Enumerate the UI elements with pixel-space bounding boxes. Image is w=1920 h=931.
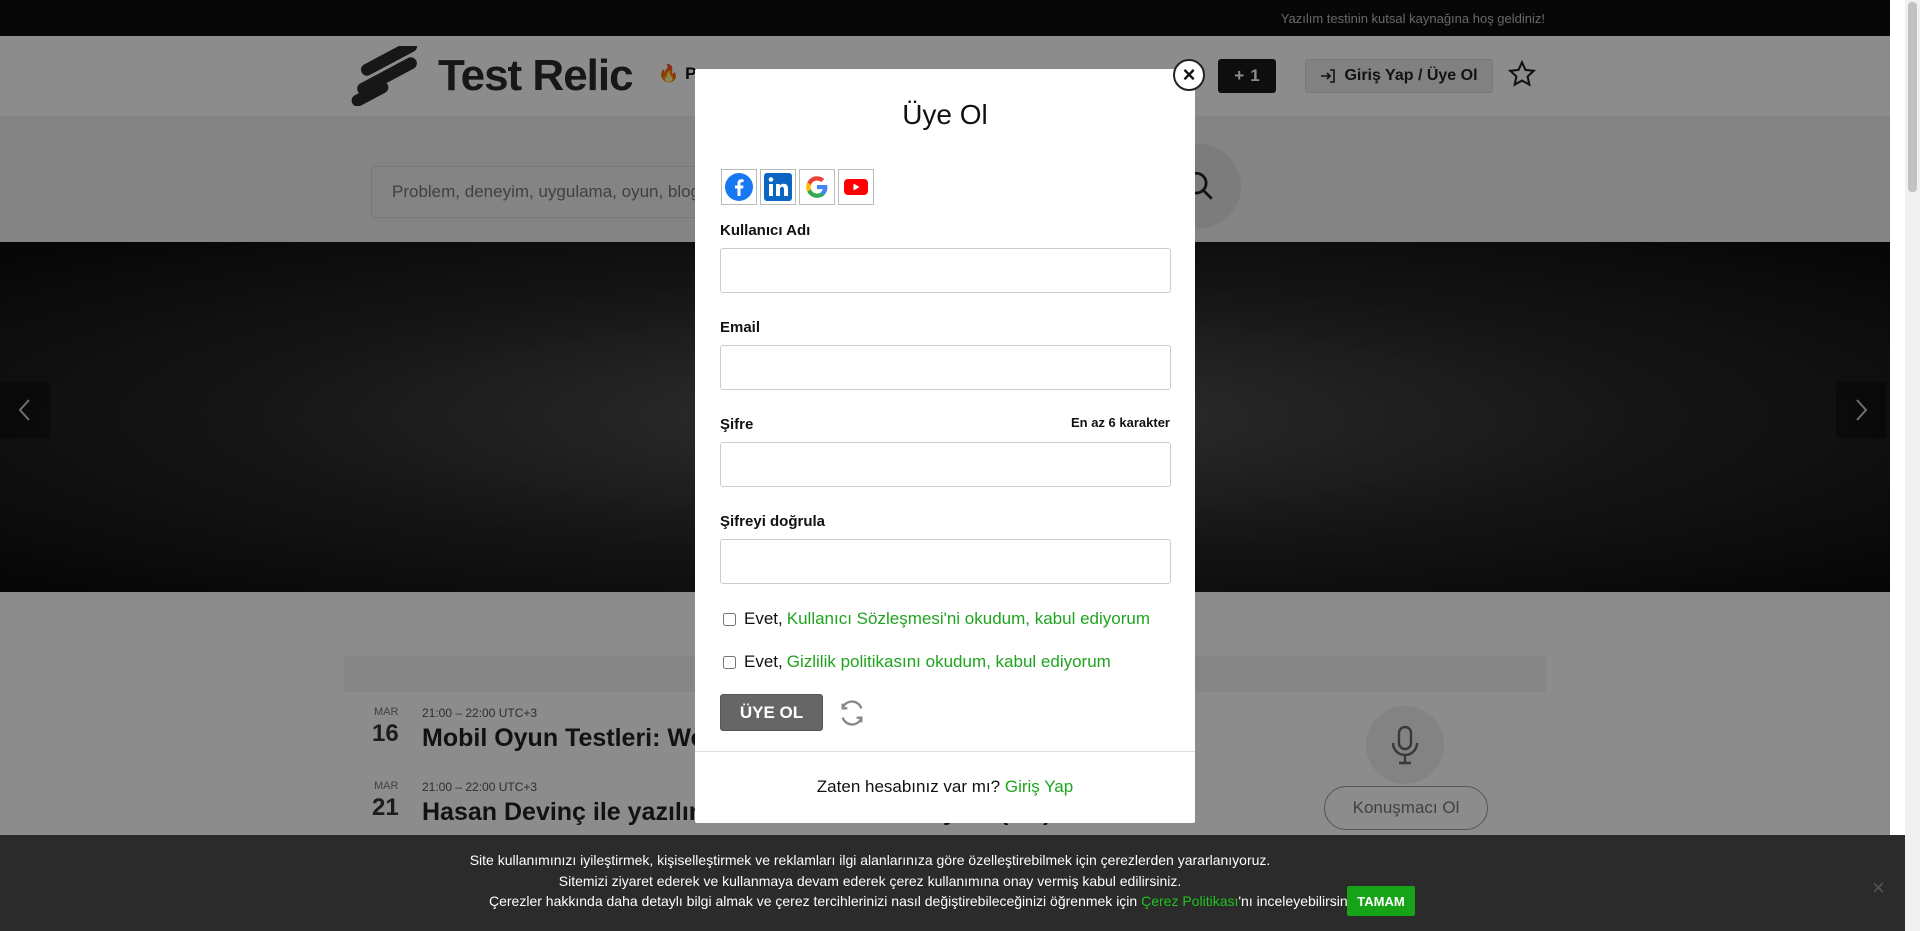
modal-close-button[interactable]: × [1173,59,1205,91]
terms-checkbox[interactable] [723,612,736,626]
cookie-line3-suffix: 'nı inceleyebilirsiniz. [1238,893,1362,909]
cookie-line3-prefix: Çerezler hakkında daha detaylı bilgi alm… [489,893,1138,909]
youtube-icon [844,179,868,195]
username-label: Kullanıcı Adı [720,222,811,239]
password-field[interactable] [720,442,1171,487]
cookie-accept-button[interactable]: TAMAM [1347,886,1415,916]
terms-link[interactable]: Kullanıcı Sözleşmesi'ni okudum, kabul ed… [787,609,1150,629]
cookie-close-button[interactable]: × [1872,875,1885,901]
facebook-icon [725,173,753,201]
linkedin-login-button[interactable] [760,169,796,205]
google-login-button[interactable] [799,169,835,205]
scrollbar-thumb[interactable] [1908,2,1917,192]
password-hint: En az 6 karakter [1070,415,1170,430]
social-login-group [721,169,874,205]
cookie-text-line1: Site kullanımınızı iyileştirmek, kişisel… [469,852,1271,868]
cookie-text-line2: Sitemizi ziyaret ederek ve kullanmaya de… [558,873,1182,889]
facebook-login-button[interactable] [721,169,757,205]
terms-checkbox-row: Evet, Kullanıcı Sözleşmesi'ni okudum, ka… [723,609,1150,629]
username-field[interactable] [720,248,1171,293]
modal-title: Üye Ol [902,99,988,130]
cookie-consent-bar: Site kullanımınızı iyileştirmek, kişisel… [0,835,1905,931]
cookie-text-line3: Çerezler hakkında daha detaylı bilgi alm… [489,893,1362,909]
youtube-login-button[interactable] [838,169,874,205]
modal-divider [695,751,1195,752]
google-icon [806,176,828,198]
terms-prefix: Evet, [744,609,783,628]
modal-footer: Zaten hesabınız var mı? Giriş Yap [695,777,1195,797]
cookie-policy-link[interactable]: Çerez Politikası [1141,893,1238,909]
register-modal: Üye Ol Kullanıcı Adı Email Şifre En az 6… [695,69,1195,823]
register-submit-button[interactable]: ÜYE OL [720,694,823,731]
privacy-checkbox-row: Evet, Gizlilik politikasını okudum, kabu… [723,652,1111,672]
email-field[interactable] [720,345,1171,390]
privacy-prefix: Evet, [744,652,783,671]
privacy-checkbox[interactable] [723,655,736,669]
refresh-captcha-icon[interactable] [838,699,866,727]
login-link[interactable]: Giriş Yap [1005,777,1073,796]
password-label: Şifre [720,416,754,433]
confirm-password-label: Şifreyi doğrula [720,513,826,530]
have-account-text: Zaten hesabınız var mı? [816,777,1001,796]
confirm-password-field[interactable] [720,539,1171,584]
page-scrollbar[interactable] [1905,0,1920,931]
privacy-link[interactable]: Gizlilik politikasını okudum, kabul ediy… [787,652,1111,672]
email-label: Email [720,319,761,336]
linkedin-icon [764,173,792,201]
